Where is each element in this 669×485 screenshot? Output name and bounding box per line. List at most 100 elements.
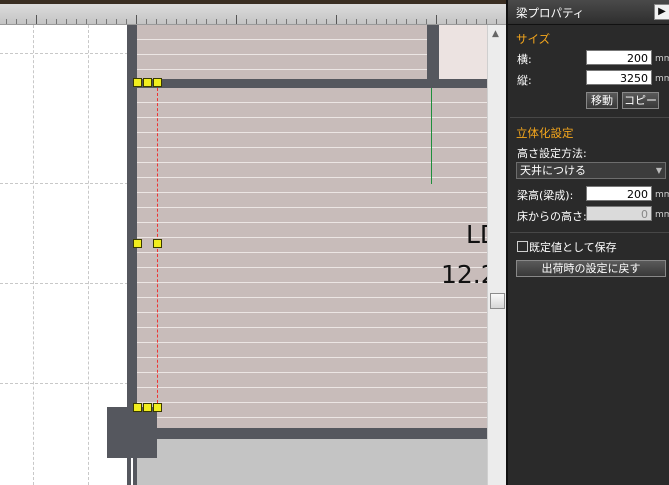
scroll-up-arrow-icon[interactable]: ▲ <box>492 29 499 39</box>
ruler-tick <box>356 19 357 24</box>
room-lower[interactable] <box>137 439 487 485</box>
beam-height-field[interactable]: 200 <box>586 186 652 201</box>
ruler-tick <box>426 19 427 24</box>
ruler-tick <box>466 19 467 24</box>
ruler-tick <box>146 19 147 24</box>
ruler-tick <box>116 19 117 24</box>
height-method-label: 高さ設定方法: <box>517 147 587 160</box>
room-ld[interactable] <box>137 88 487 428</box>
ruler-tick <box>266 19 267 24</box>
grid-line <box>88 25 89 485</box>
ruler-tick <box>236 15 237 24</box>
beam-handle[interactable] <box>153 78 162 87</box>
section-divider <box>510 232 669 233</box>
ruler-tick <box>76 19 77 24</box>
grid-line <box>0 53 128 54</box>
chevron-down-icon: ▼ <box>655 166 662 175</box>
ruler-tick <box>66 19 67 24</box>
ruler-tick <box>176 19 177 24</box>
ruler-tick <box>6 19 7 24</box>
floor-height-label: 床からの高さ: <box>517 210 587 223</box>
ruler-tick <box>286 19 287 24</box>
panel-collapse-button[interactable]: ▶ <box>654 4 669 20</box>
ruler-tick <box>86 19 87 24</box>
panel-header: 梁プロパティ ▶ <box>508 0 669 25</box>
ruler-tick <box>306 19 307 24</box>
beam-handle[interactable] <box>133 403 142 412</box>
save-default-label: 既定値として保存 <box>529 241 617 254</box>
ruler-tick <box>26 19 27 24</box>
ruler-tick <box>256 19 257 24</box>
height-method-value: 天井につける <box>520 164 586 177</box>
wall-gap <box>131 458 133 485</box>
move-button[interactable]: 移動 <box>586 92 618 109</box>
ruler-tick <box>56 19 57 24</box>
beam-handle[interactable] <box>143 403 152 412</box>
ruler-tick <box>36 15 37 24</box>
ruler-tick <box>476 19 477 24</box>
beam-handle[interactable] <box>153 403 162 412</box>
ruler-tick <box>246 19 247 24</box>
grid-line <box>0 183 128 184</box>
ruler-tick <box>366 19 367 24</box>
ruler-tick <box>156 19 157 24</box>
room-upper-right[interactable] <box>439 25 487 79</box>
guide-line <box>431 88 432 184</box>
width-unit: mm <box>655 54 669 64</box>
ruler-tick <box>346 19 347 24</box>
ruler-tick <box>406 19 407 24</box>
grid-line <box>33 25 34 485</box>
size-section-title: サイズ <box>516 32 551 46</box>
ruler-tick <box>456 19 457 24</box>
copy-button[interactable]: コピー <box>622 92 659 109</box>
width-label: 横: <box>517 53 532 66</box>
length-label: 縦: <box>517 74 532 87</box>
save-default-checkbox[interactable] <box>517 241 528 252</box>
beam-handle[interactable] <box>133 78 142 87</box>
wall[interactable] <box>137 428 487 439</box>
ruler-tick <box>396 19 397 24</box>
room-upper[interactable] <box>137 25 427 79</box>
ruler-tick <box>16 19 17 24</box>
ruler-tick <box>186 19 187 24</box>
ruler-tick <box>316 19 317 24</box>
scrollbar-thumb[interactable] <box>490 293 505 309</box>
ruler-tick <box>196 19 197 24</box>
ruler-tick <box>416 19 417 24</box>
reset-defaults-button[interactable]: 出荷時の設定に戻す <box>516 260 666 277</box>
ruler-tick <box>336 15 337 24</box>
wall[interactable] <box>137 79 487 88</box>
height-method-select[interactable]: 天井につける ▼ <box>516 162 666 179</box>
ruler-tick <box>386 19 387 24</box>
panel-title: 梁プロパティ <box>516 6 585 20</box>
section-divider <box>510 117 669 118</box>
ruler-tick <box>96 19 97 24</box>
ruler-tick <box>46 19 47 24</box>
floor-height-unit: mm <box>655 210 669 220</box>
three-d-section-title: 立体化設定 <box>516 126 574 140</box>
length-field[interactable]: 3250 <box>586 70 652 85</box>
ruler-tick <box>136 15 137 24</box>
ruler-tick <box>106 19 107 24</box>
ruler-tick <box>276 19 277 24</box>
width-field[interactable]: 200 <box>586 50 652 65</box>
beam-handle[interactable] <box>143 78 152 87</box>
floor-height-field: 0 <box>586 206 652 221</box>
vertical-scrollbar[interactable]: ▲ <box>487 25 506 485</box>
ruler-tick <box>166 19 167 24</box>
grid-line <box>0 383 128 384</box>
wall-column[interactable] <box>107 407 157 458</box>
ruler-tick <box>486 19 487 24</box>
beam-height-unit: mm <box>655 190 669 200</box>
beam-height-label: 梁高(梁成): <box>517 189 574 202</box>
length-unit: mm <box>655 74 669 84</box>
horizontal-ruler <box>0 4 506 25</box>
beam-handle[interactable] <box>133 239 142 248</box>
ruler-tick <box>376 19 377 24</box>
ruler-tick <box>326 19 327 24</box>
ruler-tick <box>206 19 207 24</box>
beam-handle[interactable] <box>153 239 162 248</box>
ruler-tick <box>126 19 127 24</box>
drawing-canvas[interactable]: LD 12.2 ▲ <box>0 0 506 485</box>
beam-property-panel: 梁プロパティ ▶ サイズ 横: 200 mm 縦: 3250 mm 移動 コピー… <box>506 0 669 485</box>
